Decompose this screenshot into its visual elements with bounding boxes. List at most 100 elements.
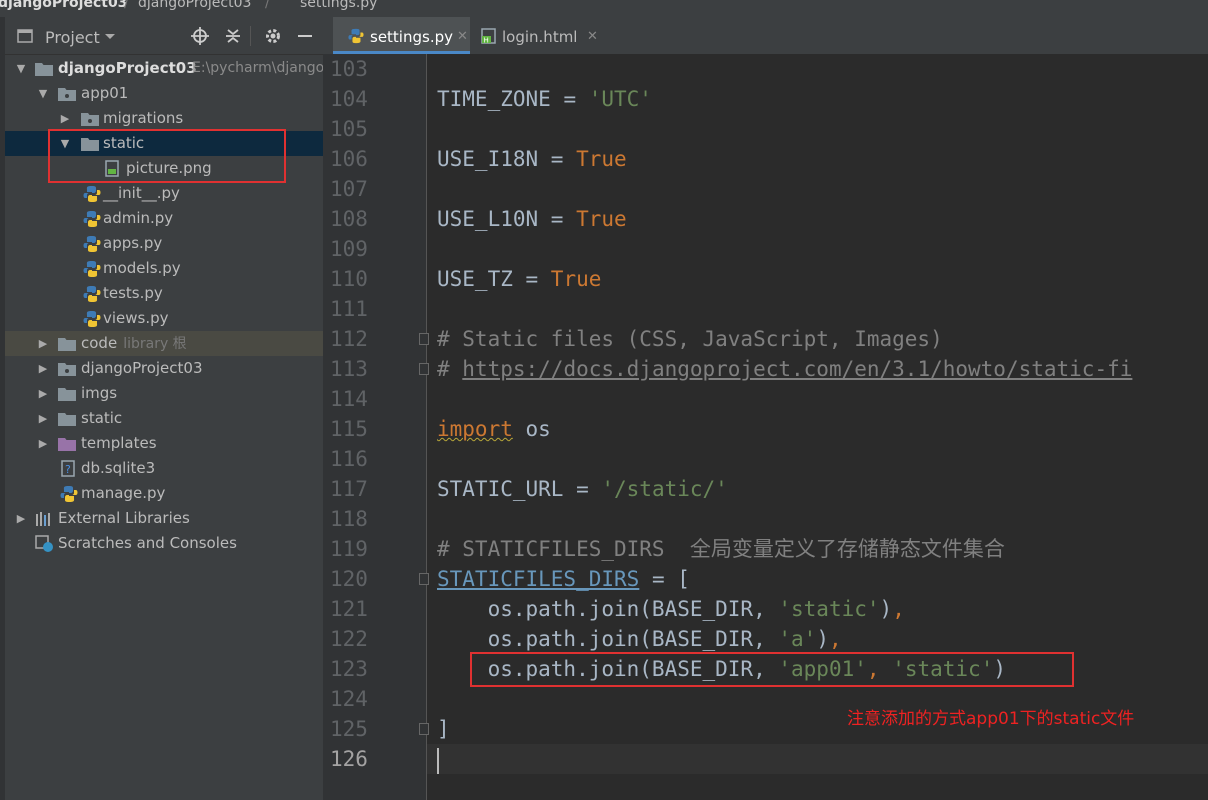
templates-folder-icon: [58, 438, 76, 451]
chevron-right-icon[interactable]: ▶: [36, 431, 50, 456]
tree-item-label: views.py: [103, 309, 169, 327]
unknown-file-icon: ?: [61, 460, 75, 477]
package-folder-icon: [58, 363, 76, 376]
tab-settings-py[interactable]: settings.py ✕: [333, 17, 470, 54]
folder-icon: [58, 388, 76, 401]
fold-marker-icon[interactable]: [419, 573, 429, 585]
close-icon[interactable]: ✕: [587, 17, 598, 57]
code-line-115: import os: [437, 417, 551, 441]
chevron-down-icon[interactable]: [100, 26, 120, 46]
line-number: 110: [330, 267, 368, 291]
tree-item-manage[interactable]: manage.py: [5, 481, 323, 506]
chevron-down-icon[interactable]: ▼: [36, 81, 50, 106]
breadcrumb-file[interactable]: settings.py: [300, 0, 377, 10]
tree-item-views[interactable]: views.py: [5, 306, 323, 331]
svg-text:H: H: [484, 37, 489, 45]
line-number: 113: [330, 357, 368, 381]
project-panel-title[interactable]: Project: [45, 28, 100, 47]
breadcrumb-folder[interactable]: djangoProject03: [138, 0, 251, 10]
python-file-icon: [83, 211, 101, 227]
line-number: 114: [330, 387, 368, 411]
collapse-all-icon[interactable]: [223, 26, 243, 46]
code-line-104: TIME_ZONE = 'UTC': [437, 87, 652, 111]
locate-file-icon[interactable]: [190, 26, 210, 46]
line-number: 126: [330, 747, 368, 771]
tree-item-external-libraries[interactable]: ▶ External Libraries: [5, 506, 323, 531]
tree-item-project-root[interactable]: ▼ djangoProject03 E:\pycharm\django: [5, 56, 325, 81]
line-number: 122: [330, 627, 368, 651]
tree-item-label: imgs: [81, 384, 118, 402]
tree-item-label: migrations: [103, 109, 184, 127]
fold-marker-icon[interactable]: [419, 363, 429, 375]
highlight-box: [470, 652, 1074, 687]
tree-item-label: __init__.py: [103, 184, 180, 202]
close-icon[interactable]: ✕: [457, 17, 468, 57]
tree-item-db-sqlite3[interactable]: ? db.sqlite3: [5, 456, 323, 481]
line-number: 108: [330, 207, 368, 231]
code-line-117: STATIC_URL = '/static/': [437, 477, 728, 501]
tree-item-label: apps.py: [103, 234, 163, 252]
tree-item-admin[interactable]: admin.py: [5, 206, 323, 231]
folder-icon: [58, 413, 76, 426]
python-file-icon: [83, 311, 101, 327]
chevron-down-icon[interactable]: ▼: [14, 56, 28, 81]
svg-text:?: ?: [65, 463, 71, 476]
tree-item-init[interactable]: __init__.py: [5, 181, 323, 206]
line-number: 111: [330, 297, 368, 321]
code-line-106: USE_I18N = True: [437, 147, 627, 171]
minimize-icon[interactable]: [295, 26, 315, 46]
code-line-121: os.path.join(BASE_DIR, 'static'),: [437, 597, 905, 621]
tree-item-label: db.sqlite3: [81, 459, 156, 477]
editor-tabs: settings.py ✕ H login.html ✕: [323, 17, 1208, 55]
line-number: 118: [330, 507, 368, 531]
tree-item-scratches[interactable]: Scratches and Consoles: [5, 531, 323, 556]
chevron-right-icon[interactable]: ▶: [36, 356, 50, 381]
fold-marker-icon[interactable]: [419, 333, 429, 345]
breadcrumb-separator: /: [265, 0, 270, 11]
package-folder-icon: [58, 88, 76, 101]
code-line-110: USE_TZ = True: [437, 267, 602, 291]
tree-item-label: manage.py: [81, 484, 166, 502]
line-number: 124: [330, 687, 368, 711]
python-file-icon: [83, 286, 101, 302]
chevron-right-icon[interactable]: ▶: [58, 106, 72, 131]
code-editor[interactable]: 103 104 TIME_ZONE = 'UTC' 105 106 USE_I18N…: [323, 54, 1208, 800]
project-view-icon[interactable]: [15, 26, 35, 46]
tree-item-models[interactable]: models.py: [5, 256, 323, 281]
tree-item-migrations[interactable]: ▶ migrations: [5, 106, 323, 131]
code-line-108: USE_L10N = True: [437, 207, 627, 231]
tab-login-html[interactable]: H login.html ✕: [471, 17, 606, 54]
breadcrumb-project[interactable]: djangoProject03: [0, 0, 127, 10]
tree-item-imgs[interactable]: ▶ imgs: [5, 381, 323, 406]
annotation-note: 注意添加的方式app01下的static文件: [847, 709, 1135, 729]
scratches-icon: [35, 535, 53, 552]
tree-item-templates[interactable]: ▶ templates: [5, 431, 323, 456]
library-root-hint: library 根: [123, 336, 187, 352]
tree-item-djangoproject03-dir[interactable]: ▶ djangoProject03: [5, 356, 323, 381]
chevron-right-icon[interactable]: ▶: [36, 406, 50, 431]
tree-item-path: E:\pycharm\django: [192, 60, 325, 76]
fold-marker-icon[interactable]: [419, 723, 429, 735]
chevron-right-icon[interactable]: ▶: [36, 331, 50, 356]
chevron-right-icon[interactable]: ▶: [14, 506, 28, 531]
tree-item-code[interactable]: ▶ code library 根: [5, 331, 323, 356]
chevron-right-icon[interactable]: ▶: [36, 381, 50, 406]
tree-item-app01[interactable]: ▼ app01: [5, 81, 323, 106]
tree-item-tests[interactable]: tests.py: [5, 281, 323, 306]
line-number: 116: [330, 447, 368, 471]
line-number: 106: [330, 147, 368, 171]
line-number: 105: [330, 117, 368, 141]
tree-item-label: Scratches and Consoles: [58, 534, 237, 552]
gear-icon[interactable]: [263, 26, 283, 46]
line-number: 120: [330, 567, 368, 591]
code-line-119: # STATICFILES_DIRS 全局变量定义了存储静态文件集合: [437, 537, 1005, 561]
code-line-112: # Static files (CSS, JavaScript, Images): [437, 327, 943, 351]
tree-item-apps[interactable]: apps.py: [5, 231, 323, 256]
docs-link[interactable]: https://docs.djangoproject.com/en/3.1/ho…: [462, 357, 1132, 381]
line-number: 125: [330, 717, 368, 741]
tree-item-static-root[interactable]: ▶ static: [5, 406, 323, 431]
folder-icon: [58, 338, 76, 351]
line-number: 115: [330, 417, 368, 441]
tree-item-label: app01: [81, 84, 129, 102]
python-file-icon: [83, 186, 101, 202]
